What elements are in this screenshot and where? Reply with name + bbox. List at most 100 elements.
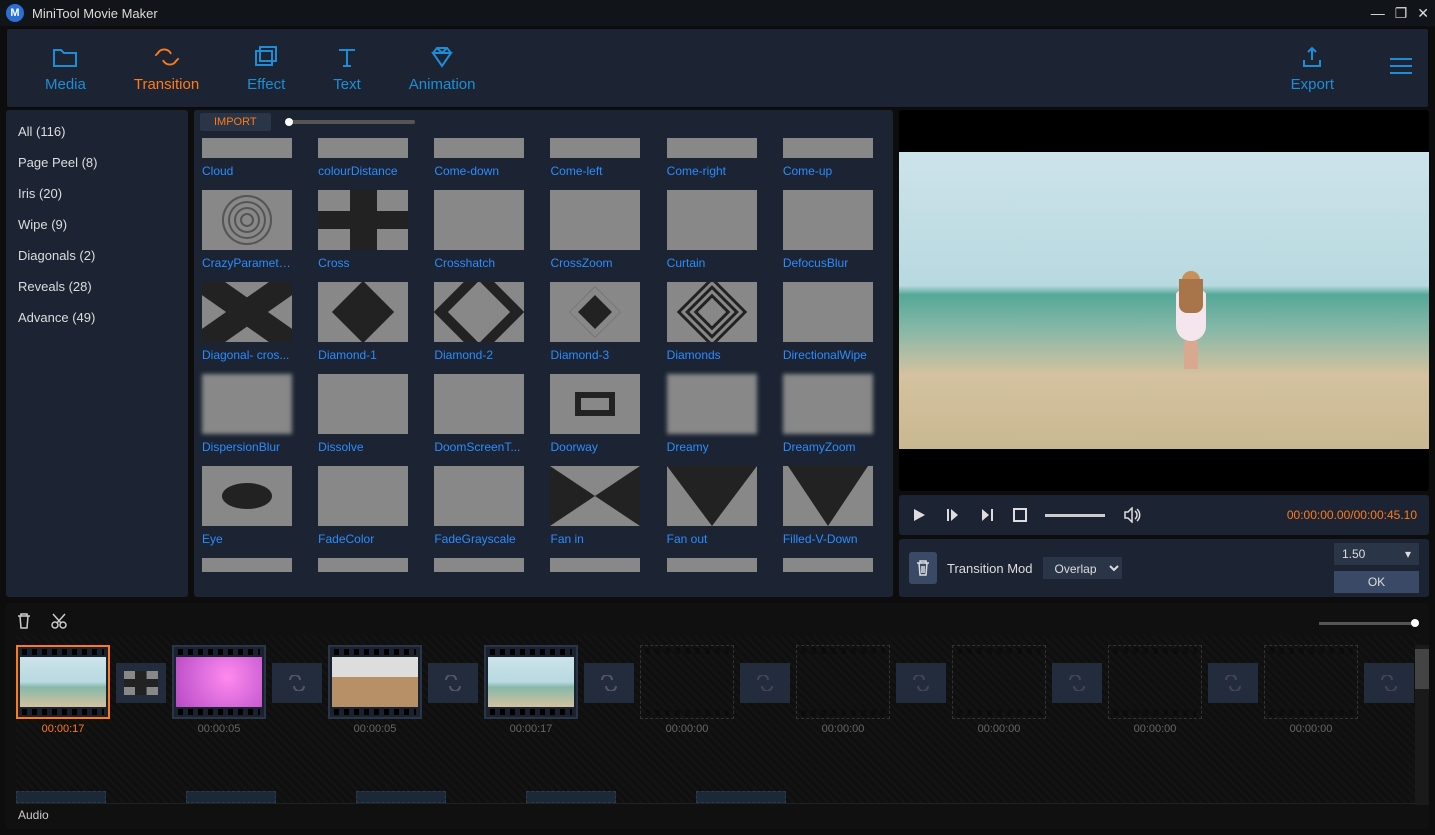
transition-thumb[interactable]: Dreamy xyxy=(667,374,757,454)
transition-thumb[interactable]: FadeColor xyxy=(318,466,408,546)
transition-label: Diamond-1 xyxy=(318,348,408,362)
transition-thumb[interactable] xyxy=(550,558,640,572)
tab-media[interactable]: Media xyxy=(21,44,110,93)
transition-label: Doorway xyxy=(550,440,640,454)
effect-icon xyxy=(253,44,279,70)
transition-label: Diagonal- cros... xyxy=(202,348,292,362)
player-time: 00:00:00.00/00:00:45.10 xyxy=(1287,508,1417,522)
transition-thumb[interactable]: DirectionalWipe xyxy=(783,282,873,362)
transition-thumb[interactable] xyxy=(202,558,292,572)
sidebar-item[interactable]: Wipe (9) xyxy=(6,209,188,240)
timeline-zoom-slider[interactable] xyxy=(1319,622,1419,625)
close-icon[interactable]: ✕ xyxy=(1417,5,1429,22)
timeline-delete-icon[interactable] xyxy=(16,612,32,635)
sidebar-item[interactable]: Page Peel (8) xyxy=(6,147,188,178)
transition-thumb[interactable]: FadeGrayscale xyxy=(434,466,524,546)
transition-thumb[interactable] xyxy=(667,558,757,572)
sidebar-item[interactable]: Advance (49) xyxy=(6,302,188,333)
timeline-clip[interactable]: 00:00:17 xyxy=(16,645,110,735)
transition-thumb[interactable] xyxy=(783,558,873,572)
transition-thumb[interactable]: DispersionBlur xyxy=(202,374,292,454)
transition-thumb[interactable]: Come-left xyxy=(550,138,640,178)
transition-thumb[interactable]: Diagonal- cros... xyxy=(202,282,292,362)
sidebar-item[interactable]: Reveals (28) xyxy=(6,271,188,302)
transition-slot[interactable] xyxy=(584,663,634,703)
timeline-empty-slot[interactable]: 00:00:00 xyxy=(1108,645,1202,735)
transition-thumb[interactable]: Eye xyxy=(202,466,292,546)
transition-thumb[interactable]: Come-right xyxy=(667,138,757,178)
transition-thumb[interactable]: Cross xyxy=(318,190,408,270)
transition-duration-input[interactable]: 1.50▾ xyxy=(1334,543,1419,565)
clip-duration: 00:00:00 xyxy=(822,723,865,735)
next-frame-icon[interactable] xyxy=(979,507,995,523)
timeline-empty-slot[interactable]: 00:00:00 xyxy=(640,645,734,735)
tab-transition[interactable]: Transition xyxy=(110,44,223,93)
transition-slot[interactable] xyxy=(116,663,166,703)
timeline-clip[interactable]: 00:00:05 xyxy=(172,645,266,735)
transition-thumb[interactable]: colourDistance xyxy=(318,138,408,178)
transition-thumb[interactable]: Come-down xyxy=(434,138,524,178)
transition-slot[interactable] xyxy=(1208,663,1258,703)
transition-slot[interactable] xyxy=(1052,663,1102,703)
timeline-scrollbar[interactable] xyxy=(1415,645,1429,805)
timeline-empty-slot[interactable]: 00:00:00 xyxy=(1264,645,1358,735)
transition-thumb[interactable]: Fan out xyxy=(667,466,757,546)
transition-label: Curtain xyxy=(667,256,757,270)
transition-slot[interactable] xyxy=(740,663,790,703)
hamburger-icon[interactable] xyxy=(1388,56,1414,81)
transition-slot[interactable] xyxy=(428,663,478,703)
transition-label: DreamyZoom xyxy=(783,440,873,454)
transition-thumb[interactable]: Diamond-3 xyxy=(550,282,640,362)
transition-icon xyxy=(154,44,180,70)
tab-transition-label: Transition xyxy=(134,76,199,93)
transition-label: DoomScreenT... xyxy=(434,440,524,454)
transition-thumb[interactable] xyxy=(434,558,524,572)
transition-thumb[interactable]: DoomScreenT... xyxy=(434,374,524,454)
transition-thumb[interactable] xyxy=(318,558,408,572)
transition-thumb[interactable]: Crosshatch xyxy=(434,190,524,270)
sidebar-item[interactable]: Iris (20) xyxy=(6,178,188,209)
transition-thumb[interactable]: Diamond-1 xyxy=(318,282,408,362)
transition-thumb[interactable]: Diamond-2 xyxy=(434,282,524,362)
transition-thumb[interactable]: CrossZoom xyxy=(550,190,640,270)
transition-thumb[interactable]: Curtain xyxy=(667,190,757,270)
gallery-zoom-slider[interactable] xyxy=(285,120,415,124)
tab-effect[interactable]: Effect xyxy=(223,44,309,93)
preview-player[interactable] xyxy=(899,110,1429,491)
category-sidebar: All (116) Page Peel (8) Iris (20) Wipe (… xyxy=(6,110,188,597)
transition-thumb[interactable]: Diamonds xyxy=(667,282,757,362)
timeline-cut-icon[interactable] xyxy=(50,612,68,635)
transition-thumb[interactable]: Doorway xyxy=(550,374,640,454)
sidebar-item[interactable]: All (116) xyxy=(6,116,188,147)
transition-thumb[interactable]: Fan in xyxy=(550,466,640,546)
transition-thumb[interactable]: DreamyZoom xyxy=(783,374,873,454)
transition-slot[interactable] xyxy=(272,663,322,703)
transition-slot[interactable] xyxy=(896,663,946,703)
timeline-clip[interactable]: 00:00:17 xyxy=(484,645,578,735)
tab-text[interactable]: Text xyxy=(309,44,385,93)
import-button[interactable]: IMPORT xyxy=(200,113,271,131)
transition-thumb[interactable]: DefocusBlur xyxy=(783,190,873,270)
minimize-icon[interactable]: — xyxy=(1371,5,1385,22)
export-button[interactable]: Export xyxy=(1267,44,1358,93)
timeline-clip[interactable]: 00:00:05 xyxy=(328,645,422,735)
tab-animation[interactable]: Animation xyxy=(385,44,500,93)
transition-thumb[interactable]: Filled-V-Down xyxy=(783,466,873,546)
timeline-empty-slot[interactable]: 00:00:00 xyxy=(796,645,890,735)
play-icon[interactable] xyxy=(911,507,927,523)
transition-slot[interactable] xyxy=(1364,663,1414,703)
stop-icon[interactable] xyxy=(1013,508,1027,522)
timeline-empty-slot[interactable]: 00:00:00 xyxy=(952,645,1046,735)
sidebar-item[interactable]: Diagonals (2) xyxy=(6,240,188,271)
speaker-icon[interactable] xyxy=(1123,507,1141,523)
delete-transition-button[interactable] xyxy=(909,552,937,584)
prev-frame-icon[interactable] xyxy=(945,507,961,523)
transition-thumb[interactable]: Come-up xyxy=(783,138,873,178)
transition-thumb[interactable]: Cloud xyxy=(202,138,292,178)
transition-thumb[interactable]: CrazyParametr... xyxy=(202,190,292,270)
maximize-icon[interactable]: ❐ xyxy=(1395,5,1408,22)
volume-slider[interactable] xyxy=(1045,514,1105,517)
transition-mode-select[interactable]: Overlap xyxy=(1043,557,1122,579)
ok-button[interactable]: OK xyxy=(1334,571,1419,593)
transition-thumb[interactable]: Dissolve xyxy=(318,374,408,454)
